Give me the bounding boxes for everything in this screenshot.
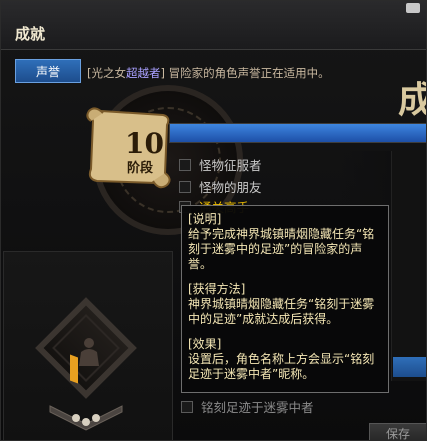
list-item[interactable]: 怪物征服者 <box>179 155 262 173</box>
chevron-rank-icon <box>49 405 123 431</box>
tooltip-description-header: [说明] <box>188 212 222 226</box>
reputation-status-text: [光之女超越者] 冒险家的角色声誉正在适用中。 <box>87 65 330 81</box>
list-item[interactable]: 铭刻足迹于迷雾中者 <box>181 397 314 416</box>
emblem-panel <box>3 251 173 440</box>
stage-progress-bar <box>169 123 426 143</box>
tooltip-effect-text: 设置后，角色名称上方会显示“铭刻足迹于迷雾中者”昵称。 <box>188 352 375 381</box>
tooltip-obtain-header: [获得方法] <box>188 282 246 296</box>
tooltip-effect-header: [效果] <box>188 337 222 351</box>
stage-number: 10 <box>125 127 164 160</box>
status-suffix: ] 冒险家的角色声誉正在适用中。 <box>160 66 330 80</box>
stage-scroll-badge: 10 阶段 <box>83 103 173 189</box>
stage-progress-fill <box>170 124 426 142</box>
gold-rank-marker <box>70 354 78 384</box>
selected-row-highlight[interactable] <box>393 357 426 377</box>
window-title: 成就 <box>15 25 46 43</box>
list-item-label: 怪物征服者 <box>199 158 262 173</box>
checkbox[interactable] <box>181 401 193 413</box>
reputation-status-row: 声誉 [光之女超越者] 冒险家的角色声誉正在适用中。 <box>1 51 426 85</box>
tooltip-effect: [效果] 设置后，角色名称上方会显示“铭刻足迹于迷雾中者”昵称。 <box>188 337 382 382</box>
list-item-label: 怪物的朋友 <box>199 180 262 195</box>
window-control-button[interactable] <box>406 3 420 13</box>
section-heading-fragment: 成 <box>398 71 426 123</box>
tooltip-obtain-text: 神界城镇晴烟隐藏任务“铭刻于迷雾中的足迹”成就达成后获得。 <box>188 297 375 326</box>
active-title-name: 超越者 <box>126 66 161 80</box>
reputation-button[interactable]: 声誉 <box>15 59 81 83</box>
person-silhouette-icon <box>79 338 99 366</box>
status-prefix: [光之女 <box>87 66 126 80</box>
list-item[interactable]: 怪物的朋友 <box>179 177 262 195</box>
title-bar: 成就 <box>1 1 426 50</box>
stage-label: 阶段 <box>127 161 154 176</box>
title-tooltip: [说明] 给予完成神界城镇晴烟隐藏任务“铭刻于迷雾中的足迹”的冒险家的声誉。 [… <box>181 205 389 393</box>
save-button[interactable]: 保存 <box>369 423 426 440</box>
achievement-window: 成就 声誉 [光之女超越者] 冒险家的角色声誉正在适用中。 成 10 阶段 怪物… <box>0 0 427 441</box>
tooltip-description: [说明] 给予完成神界城镇晴烟隐藏任务“铭刻于迷雾中的足迹”的冒险家的声誉。 <box>188 212 382 272</box>
tooltip-description-text: 给予完成神界城镇晴烟隐藏任务“铭刻于迷雾中的足迹”的冒险家的声誉。 <box>188 227 375 271</box>
checkbox[interactable] <box>179 159 191 171</box>
checkbox[interactable] <box>179 181 191 193</box>
list-item-label: 铭刻足迹于迷雾中者 <box>201 400 314 415</box>
right-panel-strip <box>391 151 426 381</box>
tooltip-obtain: [获得方法] 神界城镇晴烟隐藏任务“铭刻于迷雾中的足迹”成就达成后获得。 <box>188 282 382 327</box>
